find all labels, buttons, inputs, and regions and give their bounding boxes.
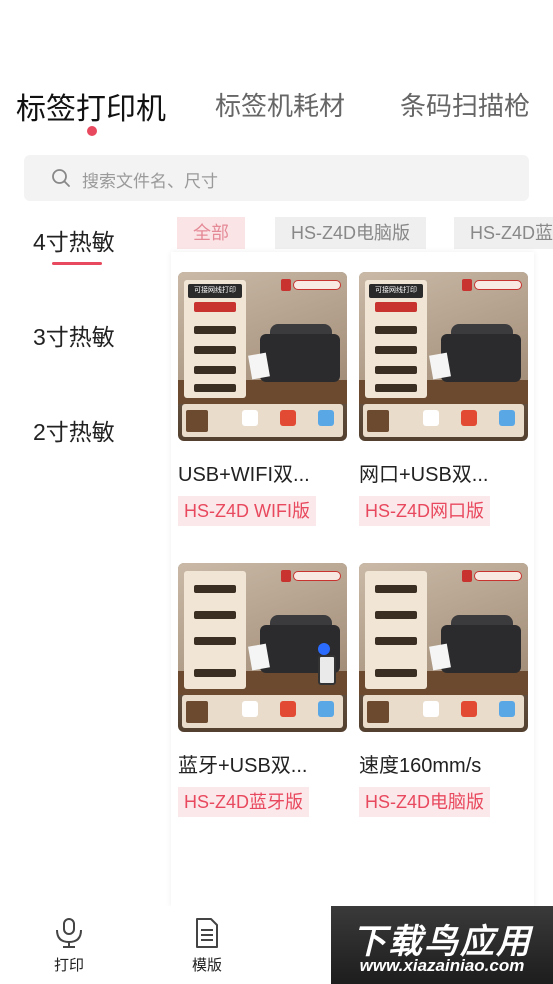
filter-chip-bluetooth[interactable]: HS-Z4D蓝 [454, 217, 553, 249]
nav-print[interactable]: 打印 [39, 916, 99, 975]
watermark-logo: 下载鸟应用 www.xiazainiao.com [331, 906, 553, 984]
sidebar-item-3inch[interactable]: 3寸热敏 [33, 318, 115, 352]
category-tabs: 标签打印机 标签机耗材 条码扫描枪 [0, 78, 553, 138]
product-image-caption: 可接网线打印 [188, 284, 242, 298]
product-image [178, 563, 347, 732]
nav-template-label: 模版 [191, 957, 222, 974]
tab-label-printer[interactable]: 标签打印机 [16, 84, 166, 128]
product-model-tag: HS-Z4D WIFI版 [178, 496, 316, 526]
tab-barcode-scanner[interactable]: 条码扫描枪 [400, 86, 530, 123]
document-icon [196, 918, 218, 948]
product-title: 速度160mm/s [359, 755, 482, 777]
product-model-tag: HS-Z4D蓝牙版 [178, 787, 310, 817]
active-tab-indicator [87, 126, 97, 136]
sidebar-item-4inch[interactable]: 4寸热敏 [33, 223, 115, 257]
printer-mic-icon [56, 918, 82, 948]
sidebar-item-2inch[interactable]: 2寸热敏 [33, 413, 115, 447]
product-image: 可接网线打印 [178, 272, 347, 441]
sidebar-active-indicator [52, 262, 102, 265]
bluetooth-icon [318, 643, 330, 655]
product-title: 蓝牙+USB双... [178, 755, 308, 777]
phone-icon [318, 655, 336, 685]
watermark-url-text: www.xiazainiao.com [359, 956, 525, 975]
search-icon [52, 169, 70, 187]
filter-chip-pc[interactable]: HS-Z4D电脑版 [275, 217, 427, 249]
tab-label-consumables[interactable]: 标签机耗材 [215, 86, 345, 123]
product-image [359, 563, 528, 732]
product-title: 网口+USB双... [359, 464, 489, 486]
filter-chip-all[interactable]: 全部 [177, 217, 245, 249]
product-model-tag: HS-Z4D网口版 [359, 496, 491, 526]
product-image: 可接网线打印 [359, 272, 528, 441]
search-placeholder: 搜索文件名、尺寸 [82, 172, 218, 191]
nav-print-label: 打印 [53, 957, 84, 974]
product-image-caption: 可接网线打印 [369, 284, 423, 298]
product-grid: 可接网线打印 USB+WIFI双... HS-Z4D WIFI版 可接网线打印 … [171, 252, 534, 907]
nav-template[interactable]: 模版 [177, 916, 237, 975]
product-title: USB+WIFI双... [178, 464, 310, 486]
product-model-tag: HS-Z4D电脑版 [359, 787, 491, 817]
search-bar[interactable]: 搜索文件名、尺寸 [24, 155, 529, 201]
